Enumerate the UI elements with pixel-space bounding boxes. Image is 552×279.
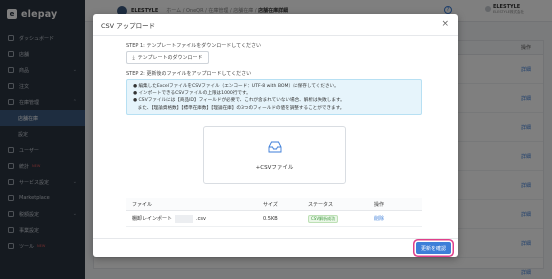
col-op: 操作 bbox=[374, 201, 385, 208]
csv-upload-modal: CSV アップロード × STEP 1: テンプレートファイルをダウンロードして… bbox=[93, 14, 458, 257]
file-status: CSV解析成功 bbox=[308, 214, 374, 223]
col-file: ファイル bbox=[132, 201, 153, 208]
delete-link[interactable]: 削除 bbox=[374, 216, 384, 222]
file-name: 棚卸レインポート .csv bbox=[126, 214, 263, 223]
dropzone-label: +CSVファイル bbox=[255, 165, 294, 171]
info-notice: ● 編集したExcelファイルをCSVファイル（エンコード：UTF-8 with… bbox=[126, 79, 422, 115]
download-template-label: テンプレートのダウンロード bbox=[137, 55, 203, 61]
confirm-update-button[interactable]: 更新を確認 bbox=[416, 242, 451, 254]
status-badge: CSV解析成功 bbox=[308, 214, 339, 223]
col-status: ステータス bbox=[308, 201, 334, 208]
notice-line: また、【理論資格数】【標準在庫数】【理論在庫】の3つのフィールドの値を調整するこ… bbox=[133, 105, 345, 111]
csv-dropzone[interactable]: +CSVファイル bbox=[203, 126, 346, 184]
step1-label: STEP 1: テンプレートファイルをダウンロードしてください bbox=[126, 43, 261, 49]
file-table: ファイル サイズ ステータス 操作 棚卸レインポート .csv 0.5KB CS… bbox=[126, 198, 422, 227]
modal-title: CSV アップロード bbox=[101, 21, 156, 30]
file-size: 0.5KB bbox=[263, 215, 278, 222]
modal-header: CSV アップロード bbox=[93, 14, 458, 36]
redacted-block bbox=[175, 214, 194, 223]
file-name-prefix: 棚卸レインポート bbox=[132, 216, 173, 222]
col-size: サイズ bbox=[263, 201, 278, 208]
file-op: 削除 bbox=[374, 215, 422, 222]
download-template-button[interactable]: ⤓ テンプレートのダウンロード bbox=[126, 51, 209, 64]
notice-line: ● CSVファイルには【商品ID】フィールドが必要で、これが含まれていない場合、… bbox=[133, 98, 345, 104]
notice-line: ● インポートできるCSVファイルの上限は1000行です。 bbox=[133, 91, 251, 97]
table-row: 棚卸レインポート .csv 0.5KB CSV解析成功 削除 bbox=[126, 211, 422, 227]
inbox-icon bbox=[268, 141, 282, 153]
close-icon[interactable]: × bbox=[441, 19, 449, 29]
modal-footer: 更新を確認 bbox=[93, 238, 458, 257]
download-icon: ⤓ bbox=[132, 54, 135, 61]
notice-line: ● 編集したExcelファイルをCSVファイル（エンコード：UTF-8 with… bbox=[133, 84, 339, 89]
file-table-header: ファイル サイズ ステータス 操作 bbox=[126, 198, 422, 211]
step2-label: STEP 2: 更新後のファイルをアップロードしてください bbox=[126, 71, 252, 77]
file-name-ext: .csv bbox=[196, 215, 206, 222]
